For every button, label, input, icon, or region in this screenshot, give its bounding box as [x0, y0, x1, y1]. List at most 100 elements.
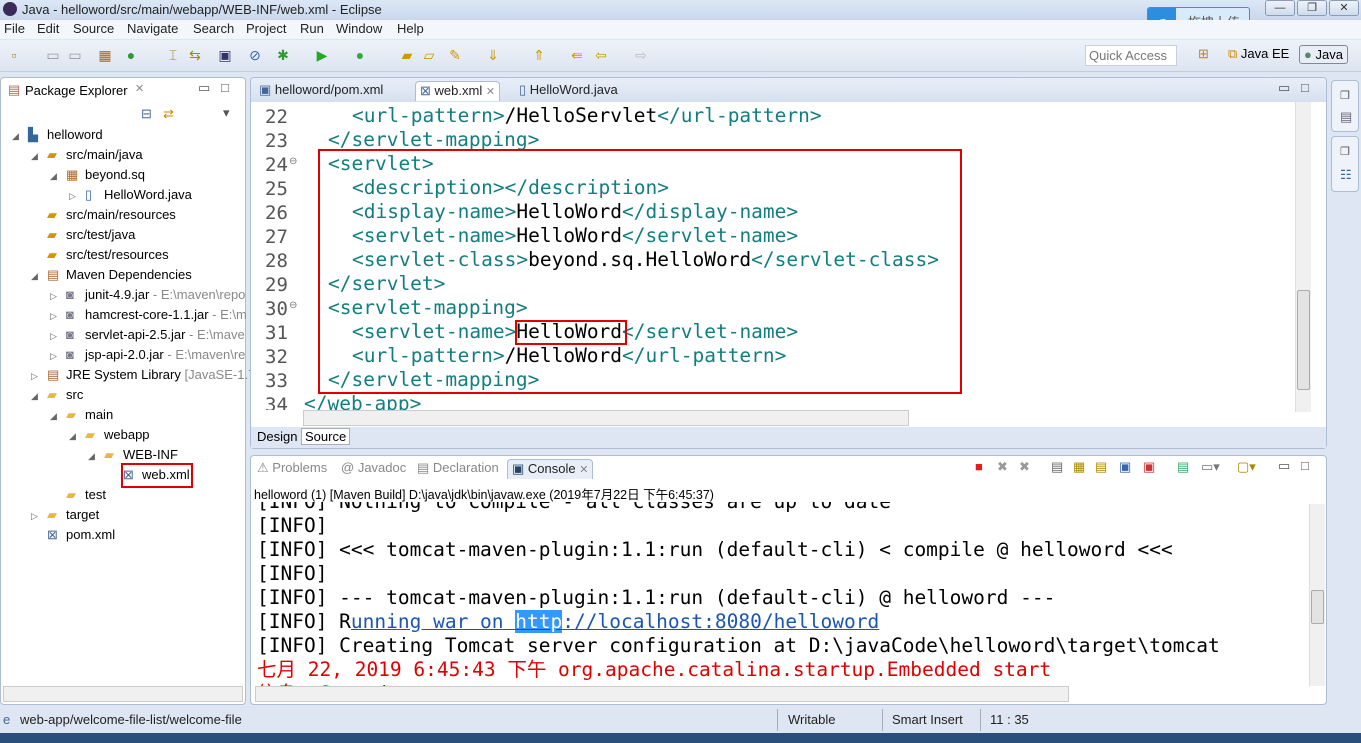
close-button[interactable]: ✕ — [1329, 0, 1359, 16]
clear-console-icon[interactable]: ▤ — [1051, 459, 1063, 475]
expanded-arrow-icon[interactable]: ◢ — [12, 126, 28, 146]
menu-source[interactable]: Source — [73, 21, 114, 36]
console-icon[interactable]: ▣ — [216, 47, 234, 64]
remove-launch-icon[interactable]: ✖ — [997, 459, 1008, 475]
new-class-icon[interactable]: ● — [122, 47, 140, 63]
tree-item[interactable]: ◢ ▰ webapp — [69, 425, 150, 445]
tab-javadoc[interactable]: @ Javadoc — [337, 459, 410, 479]
tree-item[interactable]: ◢ ▰ WEB-INF — [88, 445, 178, 465]
restore-button[interactable]: ❐ — [1297, 0, 1327, 16]
collapsed-arrow-icon[interactable]: ▷ — [50, 306, 66, 326]
tree-item[interactable]: ◢ ▰ src — [31, 385, 83, 405]
collapse-all-icon[interactable]: ⊟ — [141, 106, 152, 122]
menu-help[interactable]: Help — [397, 21, 424, 36]
quick-access-input[interactable] — [1085, 45, 1177, 66]
word-wrap-icon[interactable]: ▤ — [1095, 459, 1107, 475]
tree-item[interactable]: ▷ ▰ target — [31, 505, 99, 525]
show-on-stdout-icon[interactable]: ▣ — [1119, 459, 1131, 475]
tree-item[interactable]: ▰ src/test/resources — [31, 245, 169, 265]
perspective-java[interactable]: ● Java — [1299, 45, 1348, 64]
menu-file[interactable]: File — [4, 21, 25, 36]
collapsed-arrow-icon[interactable]: ▷ — [31, 506, 47, 526]
menu-edit[interactable]: Edit — [37, 21, 59, 36]
minimize-console-icon[interactable]: ▭ — [1278, 458, 1290, 474]
menu-project[interactable]: Project — [246, 21, 286, 36]
display-console-icon[interactable]: ▭▾ — [1201, 459, 1220, 475]
console-vertical-scrollbar[interactable] — [1309, 504, 1325, 686]
tab-helloword-java[interactable]: ▯ HelloWord.java — [515, 81, 622, 101]
new-package-icon[interactable]: ▦ — [96, 47, 114, 64]
view-menu-icon[interactable]: ▾ — [223, 105, 230, 121]
expanded-arrow-icon[interactable]: ◢ — [50, 406, 66, 426]
maximize-console-icon[interactable]: □ — [1301, 458, 1309, 473]
menu-search[interactable]: Search — [193, 21, 234, 36]
terminate-icon[interactable]: ■ — [975, 459, 983, 474]
console-link[interactable]: unning war on http://localhost:8080/hell… — [351, 610, 879, 633]
scroll-thumb[interactable] — [1311, 590, 1324, 624]
expanded-arrow-icon[interactable]: ◢ — [88, 446, 104, 466]
tab-source[interactable]: Source — [301, 428, 351, 445]
tree-item[interactable]: ▷ ▯ HelloWord.java — [69, 185, 192, 205]
expanded-arrow-icon[interactable]: ◢ — [31, 386, 47, 406]
maximize-editor-icon[interactable]: □ — [1301, 80, 1309, 95]
close-tab-icon[interactable]: ✕ — [579, 464, 588, 476]
minimize-view-icon[interactable]: ▭ — [198, 80, 210, 96]
external-tools-icon[interactable]: ● — [351, 47, 369, 63]
prev-annotation-icon[interactable]: ⇑ — [530, 47, 548, 64]
remove-all-icon[interactable]: ✖ — [1019, 459, 1030, 475]
tree-item[interactable]: ◢ ▦ beyond.sq — [50, 165, 145, 185]
tree-item[interactable]: ▷ ◙ junit-4.9.jar - E:\maven\repo — [50, 285, 245, 305]
tab-problems[interactable]: ⚠ Problems — [253, 459, 331, 479]
save-all-icon[interactable]: ▭ — [66, 47, 84, 64]
tree-item[interactable]: ◢ ▰ src/main/java — [31, 145, 143, 165]
open-type-icon[interactable]: ⌶ — [164, 47, 182, 64]
close-tab-icon[interactable]: ✕ — [486, 86, 495, 98]
tab-design[interactable]: Design — [257, 429, 297, 444]
tree-item[interactable]: ▷ ▤ JRE System Library [JavaSE-1.7 — [31, 365, 255, 385]
menu-navigate[interactable]: Navigate — [127, 21, 178, 36]
tree-item[interactable]: ◢ ▰ main — [50, 405, 113, 425]
console-horizontal-scrollbar[interactable] — [255, 686, 1069, 702]
collapsed-arrow-icon[interactable]: ▷ — [69, 186, 85, 206]
tree-item[interactable]: ▷ ◙ servlet-api-2.5.jar - E:\mave — [50, 325, 245, 345]
link-editor-icon[interactable]: ⇄ — [163, 106, 174, 122]
open-resource-icon[interactable]: ⇆ — [186, 47, 204, 64]
search-icon[interactable]: ✎ — [446, 47, 464, 64]
fold-icon[interactable]: ⊖ — [289, 300, 297, 311]
collapsed-arrow-icon[interactable]: ▷ — [50, 286, 66, 306]
scroll-lock-icon[interactable]: ▦ — [1073, 459, 1085, 475]
tab-pom-xml[interactable]: ▣ helloword/pom.xml — [255, 81, 387, 101]
minimize-button[interactable]: — — [1265, 0, 1295, 16]
tree-item[interactable]: ⊠ pom.xml — [31, 525, 115, 545]
editor-horizontal-scrollbar[interactable] — [303, 410, 909, 426]
outline-icon[interactable]: ☷ — [1340, 167, 1352, 183]
menu-window[interactable]: Window — [336, 21, 382, 36]
pin-console-icon[interactable]: ▤ — [1177, 459, 1189, 475]
tree-item[interactable]: ▷ ◙ hamcrest-core-1.1.jar - E:\m — [50, 305, 247, 325]
editor-vertical-scrollbar[interactable] — [1295, 102, 1311, 412]
last-edit-icon[interactable]: ⇚ — [568, 47, 586, 64]
perspective-java-ee[interactable]: ⧉ Java EE — [1228, 46, 1289, 62]
close-view-icon[interactable]: ✕ — [135, 82, 144, 95]
expanded-arrow-icon[interactable]: ◢ — [31, 146, 47, 166]
restore-icon[interactable]: ❐ — [1340, 145, 1350, 158]
expanded-arrow-icon[interactable]: ◢ — [31, 266, 47, 286]
new-icon[interactable]: ▫ — [5, 47, 23, 63]
back-icon[interactable]: ⇦ — [592, 47, 610, 64]
open-perspective-icon[interactable]: ⊞ — [1198, 46, 1209, 62]
tab-console[interactable]: ▣ Console ✕ — [507, 459, 594, 479]
expanded-arrow-icon[interactable]: ◢ — [69, 426, 85, 446]
tree-item[interactable]: ▰ test — [50, 485, 106, 505]
minimize-editor-icon[interactable]: ▭ — [1278, 80, 1290, 96]
open-folder-icon[interactable]: ▰ — [398, 47, 416, 64]
tree-horizontal-scrollbar[interactable] — [3, 686, 243, 702]
tab-web-xml[interactable]: ⊠ web.xml ✕ — [415, 81, 501, 101]
collapsed-arrow-icon[interactable]: ▷ — [50, 346, 66, 366]
tree-item[interactable]: ◢ ▙ helloword — [12, 125, 103, 145]
maximize-view-icon[interactable]: □ — [221, 80, 229, 95]
package-explorer-title[interactable]: Package Explorer — [25, 83, 128, 98]
collapsed-arrow-icon[interactable]: ▷ — [50, 326, 66, 346]
tree-item[interactable]: ▷ ◙ jsp-api-2.0.jar - E:\maven\re — [50, 345, 245, 365]
run-icon[interactable]: ▶ — [313, 47, 331, 64]
expanded-arrow-icon[interactable]: ◢ — [50, 166, 66, 186]
